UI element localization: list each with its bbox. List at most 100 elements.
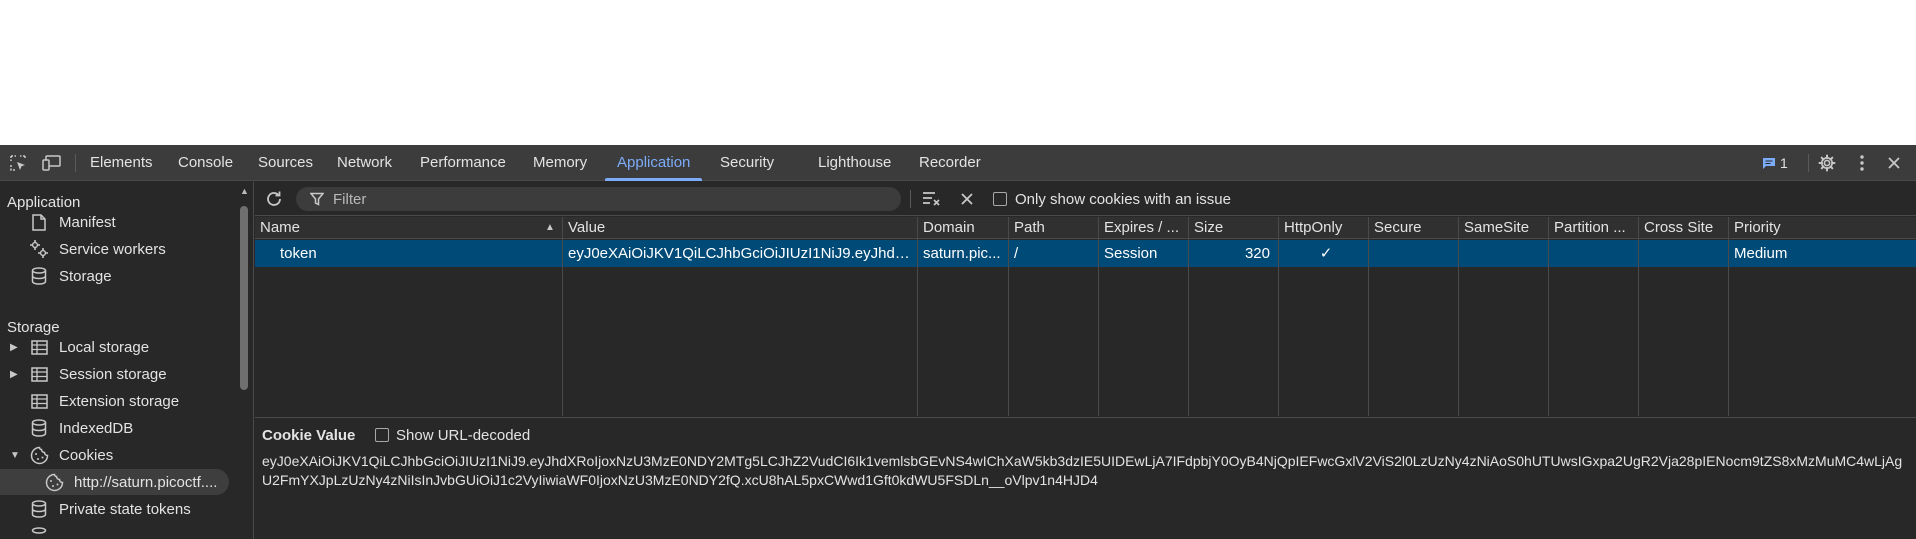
cookies-table: Name ▲ Value Domain Path Expires / ... S… (255, 217, 1916, 417)
clear-filtered-icon[interactable] (921, 188, 943, 210)
sidebar-item-private-state-tokens[interactable]: Private state tokens (0, 496, 240, 522)
page-viewport (0, 0, 1916, 145)
column-divider[interactable] (1008, 217, 1009, 416)
database-icon (29, 418, 49, 438)
cell-httponly: ✓ (1319, 245, 1333, 262)
only-issues-label: Only show cookies with an issue (1015, 190, 1231, 208)
tab-sources[interactable]: Sources (258, 145, 313, 181)
device-toolbar-icon[interactable] (41, 152, 63, 174)
cell-partition (1549, 240, 1638, 267)
show-url-decoded-checkbox[interactable]: Show URL-decoded (375, 425, 530, 445)
column-divider[interactable] (1278, 217, 1279, 416)
collapse-arrow-icon[interactable]: ▼ (10, 450, 20, 461)
cookie-value-text[interactable]: eyJ0eXAiOiJKV1QiLCJhbGciOiJIUzI1NiJ9.eyJ… (262, 452, 1912, 490)
cell-size: 320 (1244, 245, 1270, 262)
column-divider[interactable] (1728, 217, 1729, 416)
tab-network[interactable]: Network (337, 145, 392, 181)
toolbar-separator (910, 190, 911, 208)
sidebar-item-session-storage[interactable]: ▶ Session storage (0, 361, 240, 387)
tab-security[interactable]: Security (720, 145, 774, 181)
column-divider[interactable] (1548, 217, 1549, 416)
cell-secure (1369, 240, 1458, 267)
cookie-icon (44, 472, 64, 492)
column-domain[interactable]: Domain (918, 217, 1008, 239)
grid-icon (29, 364, 49, 384)
sort-ascending-icon[interactable]: ▲ (545, 217, 555, 239)
table-header: Name ▲ Value Domain Path Expires / ... S… (255, 217, 1916, 239)
expand-arrow-icon[interactable]: ▶ (10, 342, 20, 353)
cell-path: / (1014, 245, 1019, 262)
checkbox[interactable] (375, 428, 389, 442)
sidebar-item-extension-storage[interactable]: Extension storage (0, 388, 240, 414)
expand-arrow-icon[interactable]: ▶ (10, 369, 20, 380)
cell-name: token (280, 245, 317, 262)
application-sidebar: Application Manifest Service workers Sto… (0, 182, 254, 539)
issues-counter[interactable]: 1 (1762, 145, 1788, 181)
sidebar-item-manifest[interactable]: Manifest (0, 209, 240, 235)
sidebar-item-cookies[interactable]: ▼ Cookies (0, 442, 240, 468)
filter-input[interactable] (331, 189, 891, 209)
tabbar-separator (1808, 154, 1809, 172)
devtools-tabbar: Elements Console Sources Network Perform… (0, 145, 1916, 181)
scroll-thumb[interactable] (240, 206, 248, 390)
tab-application[interactable]: Application (604, 145, 703, 181)
column-divider[interactable] (1098, 217, 1099, 416)
checkbox[interactable] (993, 192, 1007, 206)
column-samesite[interactable]: SameSite (1459, 217, 1548, 239)
column-expires[interactable]: Expires / ... (1099, 217, 1188, 239)
tab-performance[interactable]: Performance (420, 145, 506, 181)
table-row[interactable]: token eyJ0eXAiOiJKV1QiLCJhbGciOiJIUzI1Ni… (255, 240, 1916, 267)
tab-memory[interactable]: Memory (533, 145, 587, 181)
only-issues-checkbox[interactable]: Only show cookies with an issue (993, 182, 1231, 216)
gear-icon[interactable] (1816, 152, 1838, 174)
cell-priority: Medium (1734, 245, 1788, 262)
scroll-up-arrow-icon[interactable]: ▲ (240, 186, 249, 196)
cookie-icon (29, 445, 49, 465)
message-icon (1763, 157, 1775, 169)
database-icon (29, 526, 49, 539)
column-name[interactable]: Name (255, 217, 562, 239)
close-icon[interactable] (1883, 152, 1905, 174)
filter-box[interactable] (296, 187, 901, 211)
cell-cross-site (1639, 240, 1728, 267)
column-cross-site[interactable]: Cross Site (1639, 217, 1728, 239)
cell-domain: saturn.pic... (923, 245, 1001, 262)
column-divider[interactable] (1638, 217, 1639, 416)
inspect-element-icon[interactable] (7, 152, 29, 174)
column-size[interactable]: Size (1189, 217, 1278, 239)
filter-icon (310, 192, 324, 206)
grid-icon (29, 391, 49, 411)
sidebar-item-storage[interactable]: Storage (0, 263, 240, 289)
sidebar-item-partial[interactable] (0, 523, 240, 539)
column-secure[interactable]: Secure (1369, 217, 1458, 239)
column-value[interactable]: Value (563, 217, 917, 239)
column-httponly[interactable]: HttpOnly (1279, 217, 1368, 239)
cell-expires: Session (1104, 245, 1158, 262)
column-partition[interactable]: Partition ... (1549, 217, 1638, 239)
grid-icon (29, 337, 49, 357)
sidebar-item-local-storage[interactable]: ▶ Local storage (0, 334, 240, 360)
sidebar-item-cookie-origin[interactable]: http://saturn.picoctf.... (0, 469, 229, 495)
tab-elements[interactable]: Elements (90, 145, 153, 181)
cell-samesite (1459, 240, 1548, 267)
more-options-icon[interactable] (1851, 152, 1873, 174)
sidebar-scrollbar[interactable]: ▲ (238, 184, 250, 539)
cookies-panel: Only show cookies with an issue Name ▲ V… (255, 182, 1916, 539)
column-divider[interactable] (1188, 217, 1189, 416)
column-divider[interactable] (1368, 217, 1369, 416)
column-divider[interactable] (1458, 217, 1459, 416)
sidebar-item-indexeddb[interactable]: IndexedDB (0, 415, 240, 441)
sidebar-item-service-workers[interactable]: Service workers (0, 236, 240, 262)
column-priority[interactable]: Priority (1729, 217, 1916, 239)
column-path[interactable]: Path (1009, 217, 1098, 239)
tab-recorder[interactable]: Recorder (919, 145, 981, 181)
delete-selected-icon[interactable] (956, 188, 978, 210)
column-divider[interactable] (562, 217, 563, 416)
tabbar-separator (75, 154, 76, 172)
cookies-toolbar: Only show cookies with an issue (255, 182, 1916, 216)
tab-lighthouse[interactable]: Lighthouse (818, 145, 891, 181)
tab-console[interactable]: Console (178, 145, 233, 181)
devtools-panel: Elements Console Sources Network Perform… (0, 145, 1916, 539)
refresh-icon[interactable] (263, 188, 285, 210)
column-divider[interactable] (917, 217, 918, 416)
